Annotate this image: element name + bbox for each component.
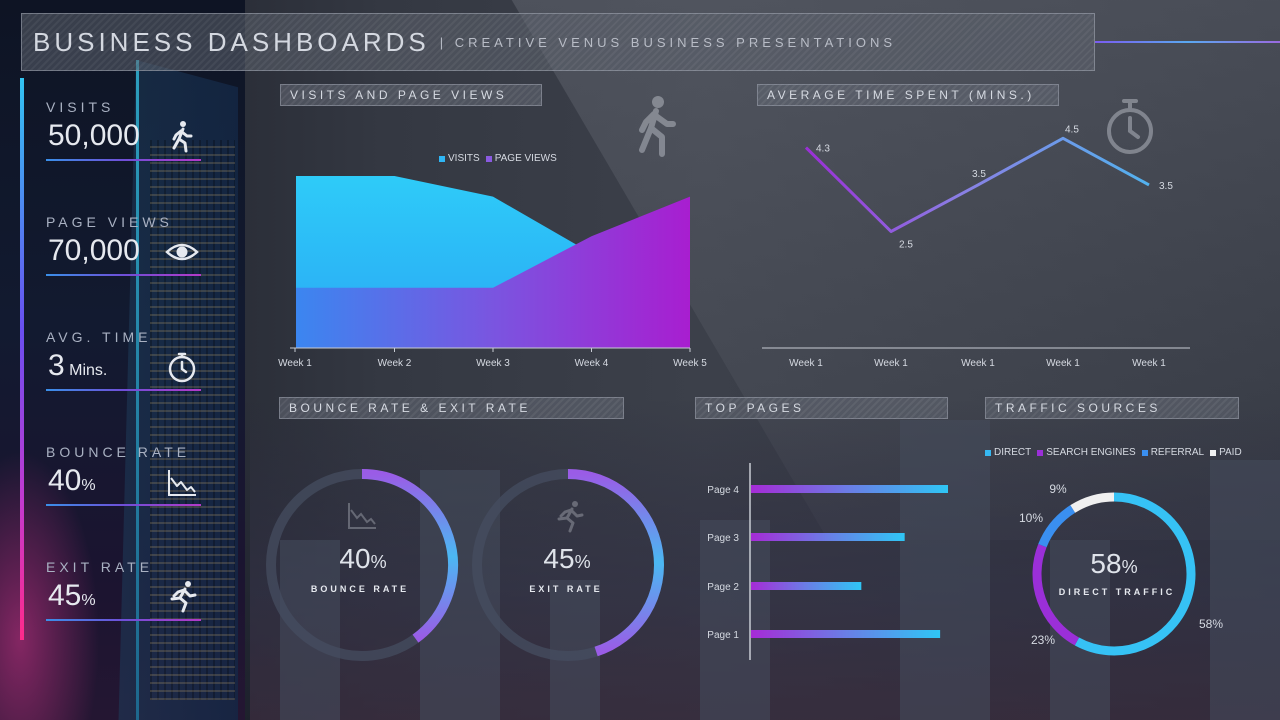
bar-chart: Page 4 Page 3 Page 2 Page 1 [707, 463, 948, 660]
donut-data-label: 9% [1049, 482, 1067, 496]
x-tick-label: Week 1 [1132, 358, 1166, 369]
y-tick-label: Page 3 [707, 533, 739, 544]
line-series [804, 136, 1150, 233]
walking-person-icon [639, 96, 676, 157]
stopwatch-icon [1107, 99, 1153, 154]
y-tick-label: Page 2 [707, 582, 739, 593]
ring-progress [361, 469, 458, 643]
running-person-icon [557, 501, 584, 533]
x-tick-label: Week 4 [575, 358, 609, 369]
donut-slice [1038, 505, 1076, 548]
ring-charts: 58% 23% 10% 9% [266, 469, 1223, 661]
area-chart: Week 1 Week 2 Week 3 Week 4 Week 5 [278, 176, 707, 369]
ring-progress [567, 469, 664, 657]
data-label: 2.5 [899, 239, 913, 250]
donut-slice [1074, 492, 1196, 656]
declining-chart-icon [348, 503, 376, 529]
data-label: 4.3 [816, 144, 830, 155]
data-label: 3.5 [1159, 181, 1173, 192]
y-tick-label: Page 4 [707, 485, 739, 496]
x-tick-label: Week 2 [378, 358, 412, 369]
donut-slice [1070, 492, 1115, 513]
x-tick-label: Week 5 [673, 358, 707, 369]
bar [751, 630, 941, 638]
charts-canvas: Week 1 Week 2 Week 3 Week 4 Week 5 4.3 2.5 3.5… [266, 96, 1223, 661]
y-tick-label: Page 1 [707, 630, 739, 641]
x-tick-label: Week 1 [961, 358, 995, 369]
donut-data-label: 10% [1019, 511, 1043, 525]
x-tick-label: Week 1 [874, 358, 908, 369]
bar [751, 582, 862, 590]
donut-slice [1032, 544, 1080, 646]
data-label: 3.5 [972, 169, 986, 180]
x-tick-label: Week 1 [278, 358, 312, 369]
line-chart: 4.3 2.5 3.5 4.5 3.5 Week 1 Week 1 Week 1 Week 1 W… [762, 124, 1190, 369]
x-tick-label: Week 3 [476, 358, 510, 369]
data-label: 4.5 [1065, 124, 1079, 135]
bar [751, 485, 948, 493]
donut-data-label: 23% [1031, 633, 1055, 647]
donut-data-label: 58% [1199, 617, 1223, 631]
x-tick-label: Week 1 [1046, 358, 1080, 369]
bar [751, 533, 905, 541]
x-tick-label: Week 1 [789, 358, 823, 369]
